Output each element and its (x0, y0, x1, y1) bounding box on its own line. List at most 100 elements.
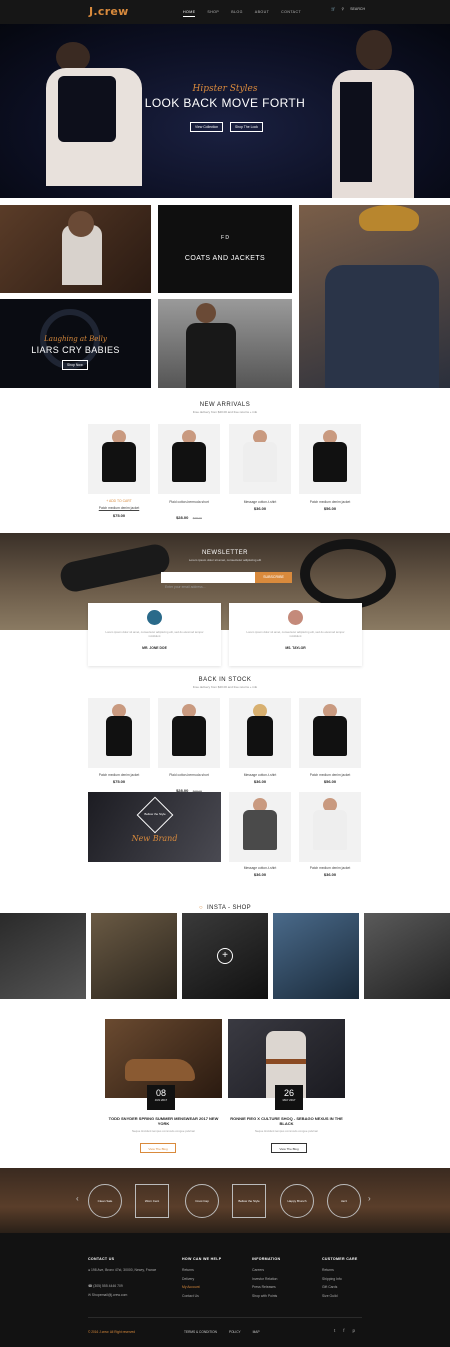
new-brand-banner[interactable]: Bellow the Style New Brand (88, 792, 221, 862)
newsletter-email-input[interactable]: Enter your email address... (161, 572, 255, 589)
blog-title[interactable]: TODD SNYDER SPRING SUMMER MENSWEAR 2017 … (105, 1116, 222, 1126)
product-card[interactable] (229, 792, 291, 862)
footer-link[interactable]: Returns (322, 1266, 342, 1275)
product-price: $56.00 (323, 506, 337, 511)
footer-link[interactable]: Delivery (182, 1275, 200, 1284)
insta-photo[interactable] (91, 913, 177, 999)
plus-icon[interactable]: + (217, 948, 233, 964)
product-card[interactable] (229, 424, 291, 494)
pinterest-icon[interactable]: p (353, 1328, 356, 1333)
add-to-cart-button[interactable]: + ADD TO CART (88, 499, 150, 503)
product-name[interactable]: Patch medium denim jacket (85, 506, 153, 510)
product-name[interactable]: Patch medium denim jacket (296, 866, 364, 870)
product-name[interactable]: Message cotton-t-shirt (226, 773, 294, 777)
chevron-left-icon[interactable]: ‹ (76, 1194, 79, 1203)
hero-model-left (18, 24, 158, 198)
product-name[interactable]: Patch medium denim jacket (85, 773, 153, 777)
brand-logo[interactable]: Worn Cent (135, 1184, 169, 1218)
search-icon[interactable]: ⚲ (341, 7, 344, 11)
product-price: $36.00 (323, 872, 337, 877)
insta-shop-title: INSTA - SHOP (207, 905, 252, 911)
phone-icon: ☎ (88, 1284, 93, 1288)
product-price: $36.00 (253, 779, 267, 784)
liars-shop-button[interactable]: Shop Now (62, 360, 88, 370)
insta-photo[interactable] (364, 913, 450, 999)
promo-tile-beard[interactable] (0, 205, 151, 293)
product-card[interactable] (158, 698, 220, 768)
shop-the-look-button[interactable]: Shop The Look (230, 122, 263, 132)
brand-logo[interactable]: Jazz (327, 1184, 361, 1218)
nav-blog[interactable]: BLOG (231, 10, 243, 17)
footer-link[interactable]: Investor Relation (252, 1275, 277, 1284)
brand-logo[interactable]: Happy Brunch (280, 1184, 314, 1218)
insta-photo[interactable]: + (182, 913, 268, 999)
nav-home[interactable]: HOME (183, 10, 196, 17)
product-card[interactable] (88, 698, 150, 768)
footer-link[interactable]: Careers (252, 1266, 277, 1275)
top-header: J.crew HOME SHOP BLOG ABOUT CONTACT 🛒 ⚲ … (0, 0, 450, 24)
new-arrivals-title: NEW ARRIVALS (199, 402, 251, 408)
promo-tile-girl[interactable] (158, 299, 292, 388)
twitter-icon[interactable]: t (334, 1328, 335, 1333)
footer-link[interactable]: Contact Us (182, 1292, 200, 1301)
footer-link[interactable]: Shop with Points (252, 1292, 277, 1301)
product-card[interactable] (229, 698, 291, 768)
contact-heading: CONTACT US (88, 1257, 115, 1261)
promo-coats-jackets[interactable]: F D COATS AND JACKETS (158, 205, 292, 293)
contact-email: ✉ Shopemail@j.crew.com (88, 1291, 127, 1300)
product-name[interactable]: Patch medium denim jacket (296, 773, 364, 777)
brand-name: Happy Brunch (287, 1199, 307, 1203)
product-name[interactable]: Message cotton-t-shirt (226, 500, 294, 504)
product-name[interactable]: Message cotton-t-shirt (226, 866, 294, 870)
product-price: $36.00 (253, 506, 267, 511)
liars-title: LIARS CRY BABIES (31, 345, 120, 355)
product-card[interactable] (88, 424, 150, 494)
product-card[interactable] (299, 424, 361, 494)
help-links: Returns Delivery My Account Contact Us (182, 1266, 200, 1300)
product-card[interactable] (299, 792, 361, 862)
blog-date-badge: 08 JUN 2017 (147, 1085, 175, 1110)
footer-link[interactable]: Size Guild (322, 1292, 342, 1301)
footer-link[interactable]: Shipping Info (322, 1275, 342, 1284)
insta-photo[interactable] (0, 913, 86, 999)
product-card[interactable] (299, 698, 361, 768)
brand-logo[interactable]: Crest Cap (185, 1184, 219, 1218)
view-blog-button[interactable]: View The Blog (271, 1143, 307, 1153)
brand-logo[interactable]: Clean Sale (88, 1184, 122, 1218)
brand-logo[interactable]: Bellow the Style (232, 1184, 266, 1218)
header-icons: 🛒 ⚲ SEARCH (331, 7, 365, 11)
product-card[interactable] (158, 424, 220, 494)
view-blog-button[interactable]: View The Blog (140, 1143, 176, 1153)
blog-title[interactable]: RONNIE FIEG X CULTURE SHOQ - SEBAGO NEXU… (228, 1116, 345, 1126)
chevron-right-icon[interactable]: › (368, 1194, 371, 1203)
promo-tile-hat-man[interactable] (299, 205, 450, 388)
insta-photo[interactable] (273, 913, 359, 999)
cart-icon[interactable]: 🛒 (331, 7, 335, 11)
footer-link[interactable]: Gift Cards (322, 1283, 342, 1292)
map-link[interactable]: MAP (253, 1330, 260, 1334)
logo[interactable]: J.crew (89, 5, 129, 18)
footer-link[interactable]: Press Releases (252, 1283, 277, 1292)
product-name[interactable]: Plaid cotton-bermuda short (155, 773, 223, 777)
promo-liars-cry-babies[interactable]: Laughing at Belly LIARS CRY BABIES Shop … (0, 299, 151, 388)
testimonial-name: MS. TAYLOR (285, 646, 306, 650)
nav-contact[interactable]: CONTACT (281, 10, 301, 17)
product-name[interactable]: Plaid cotton-bermuda short (155, 500, 223, 504)
search-label[interactable]: SEARCH (350, 7, 365, 11)
footer-link[interactable]: Returns (182, 1266, 200, 1275)
location-icon: ● (88, 1268, 91, 1272)
info-links: Careers Investor Relation Press Releases… (252, 1266, 277, 1300)
footer-link[interactable]: My Account (182, 1283, 200, 1292)
nav-about[interactable]: ABOUT (255, 10, 269, 17)
facebook-icon[interactable]: f (343, 1328, 344, 1333)
brand-name: Worn Cent (144, 1199, 160, 1203)
blog-date-badge: 26 MAY 2017 (275, 1085, 303, 1110)
email-text[interactable]: Shopemail@j.crew.com (92, 1293, 127, 1297)
avatar (147, 610, 162, 625)
policy-link[interactable]: POLICY (229, 1330, 241, 1334)
subscribe-button[interactable]: SUBSCRIBE (255, 572, 292, 583)
nav-shop[interactable]: SHOP (207, 10, 219, 17)
terms-link[interactable]: TERMS & CONDITION (184, 1330, 217, 1334)
view-collection-button[interactable]: View Collection (190, 122, 224, 132)
product-name[interactable]: Patch medium denim jacket (296, 500, 364, 504)
